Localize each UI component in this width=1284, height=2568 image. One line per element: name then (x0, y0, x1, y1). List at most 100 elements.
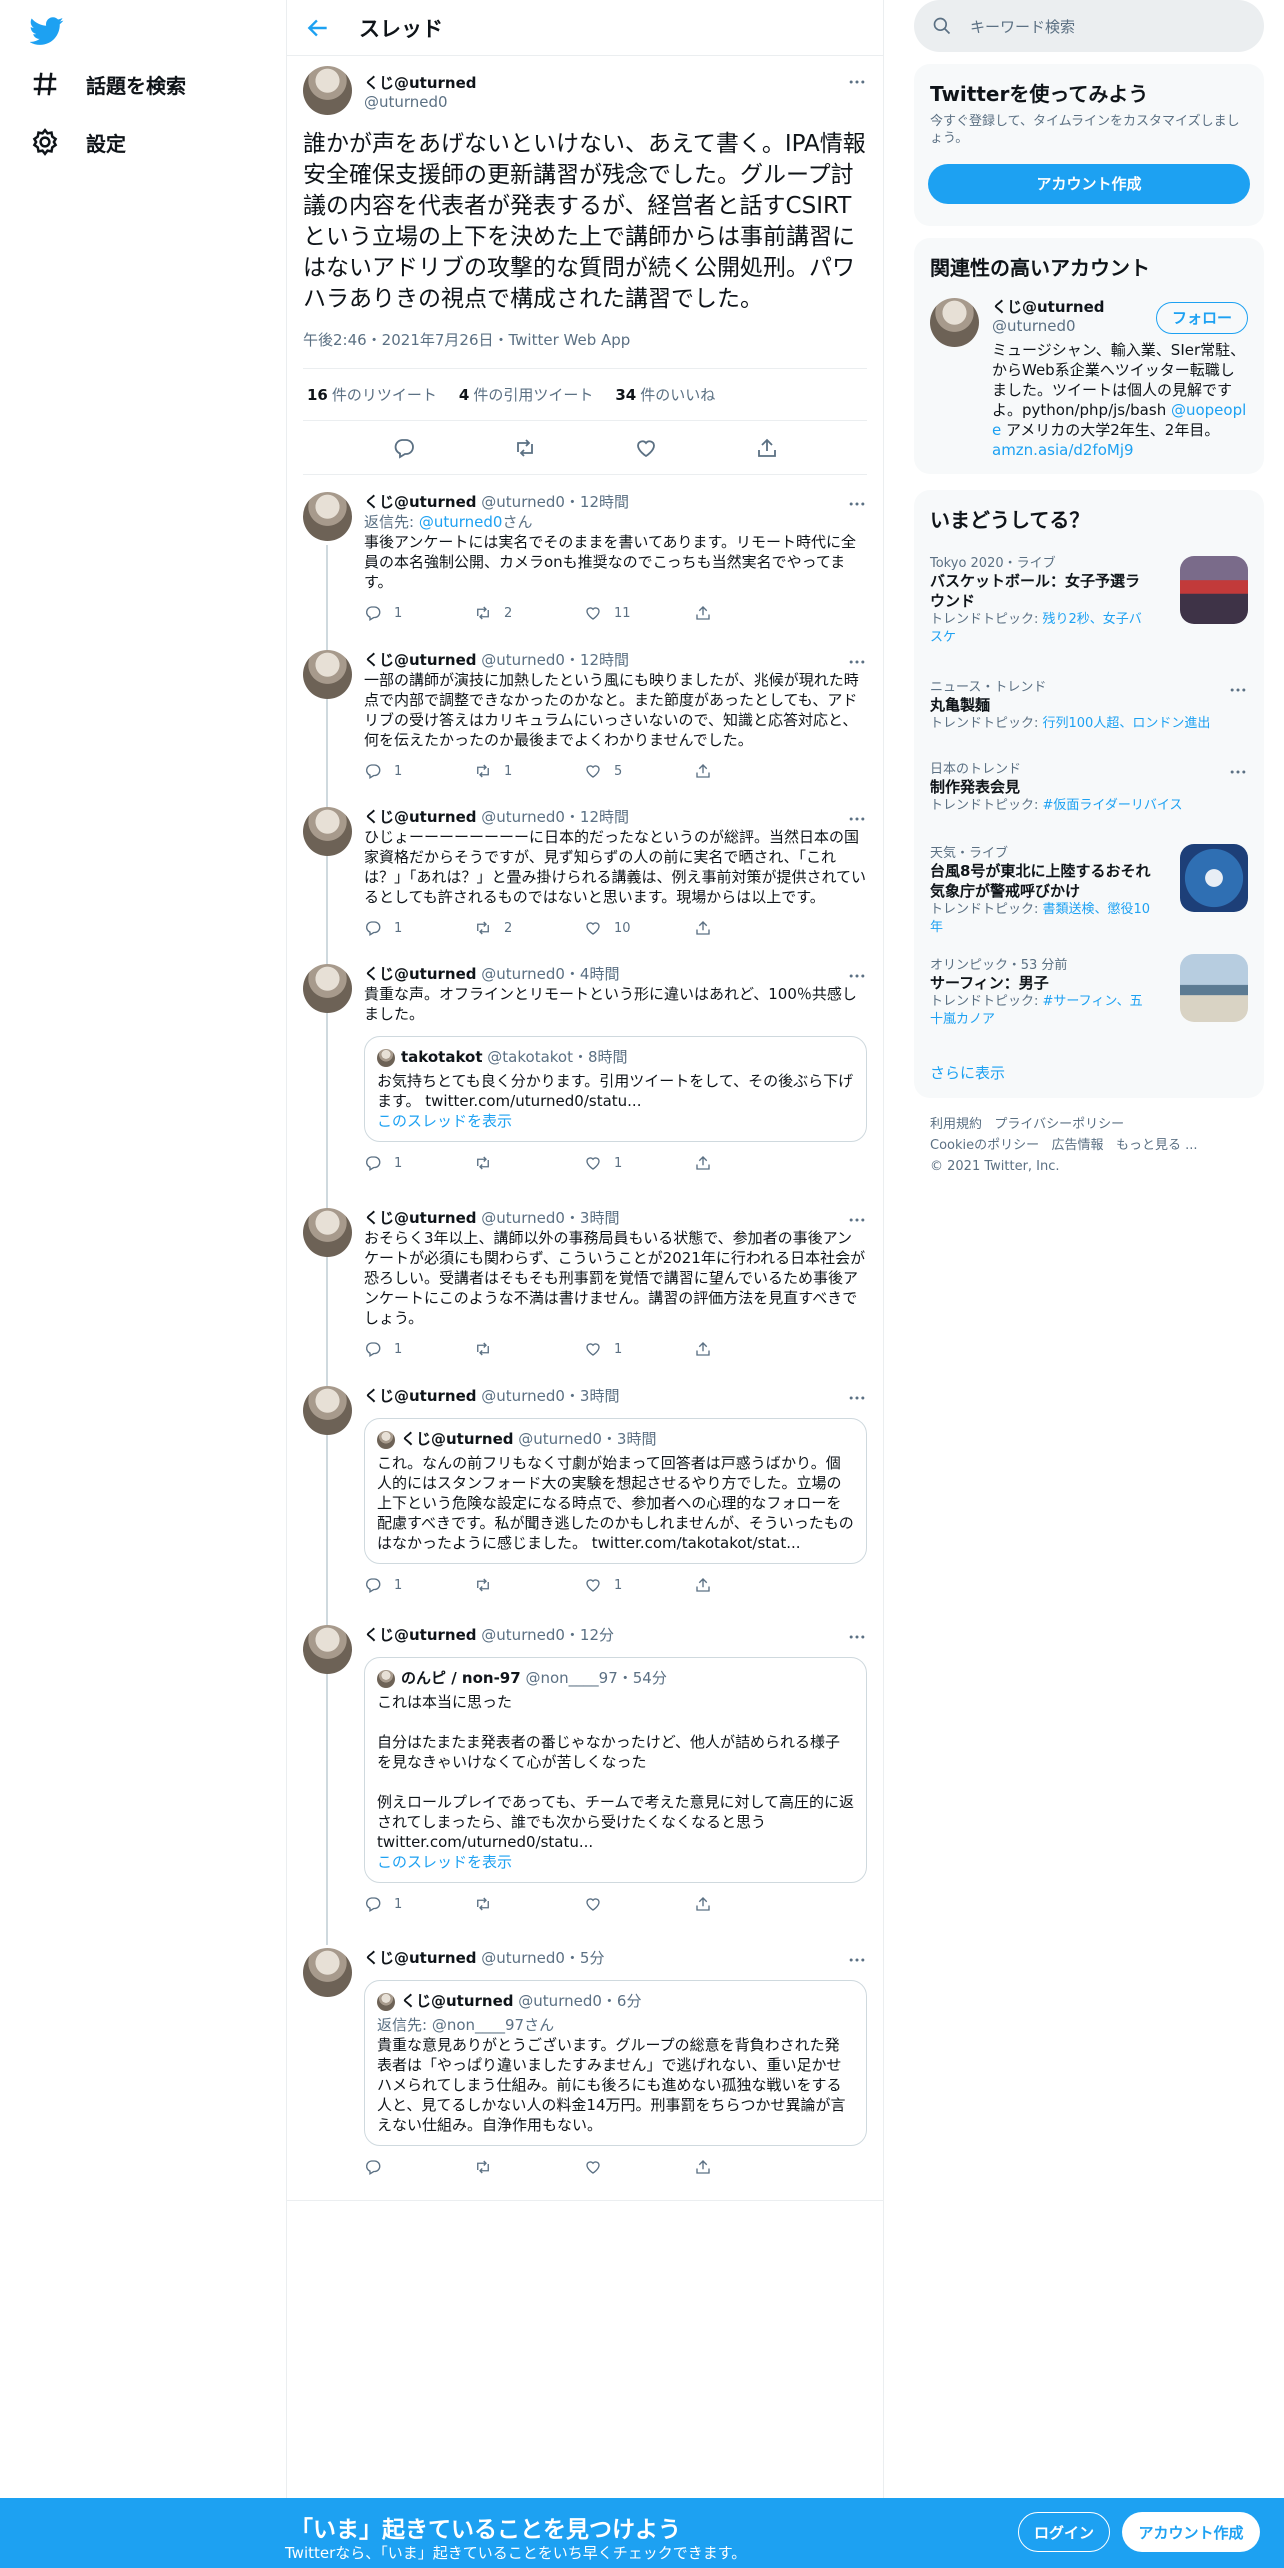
avatar[interactable] (303, 807, 352, 856)
retweet-action[interactable] (474, 2158, 584, 2176)
more-options-icon[interactable] (847, 1627, 867, 1647)
reply-to-link[interactable]: @uturned0 (419, 513, 503, 531)
show-thread-link[interactable]: このスレッドを表示 (377, 1111, 854, 1131)
share-action[interactable] (694, 1154, 804, 1172)
retweet-icon[interactable] (513, 436, 537, 460)
nav-explore[interactable]: 話題を検索 (30, 62, 186, 106)
show-more-link[interactable]: さらに表示 (930, 1062, 1005, 1083)
reply-action[interactable]: 1 (364, 604, 474, 622)
follow-button[interactable]: フォロー (1156, 302, 1248, 334)
author-name[interactable]: くじ@uturned (364, 493, 477, 511)
like-count[interactable]: 34 件のいいね (615, 384, 715, 405)
quoted-tweet[interactable]: のんピ / non-97 @non____97・54分 これは本当に思った 自分… (364, 1657, 867, 1883)
author-meta[interactable]: @uturned0・12分 (481, 1626, 614, 1644)
more-options-icon[interactable] (847, 1950, 867, 1970)
like-action[interactable]: 1 (584, 1576, 694, 1594)
reply-tweet[interactable]: くじ@uturned @uturned0・4時間 貴重な声。オフラインとリモート… (287, 954, 883, 1182)
avatar[interactable] (303, 1625, 352, 1674)
twitter-logo-icon[interactable] (30, 14, 64, 48)
reply-action[interactable]: 1 (364, 1340, 474, 1358)
author-name[interactable]: くじ@uturned (364, 1949, 477, 1967)
author-name[interactable]: くじ@uturned (364, 965, 477, 983)
share-action[interactable] (694, 1895, 804, 1913)
retweet-action[interactable] (474, 1895, 584, 1913)
reply-action[interactable]: 1 (364, 1895, 474, 1913)
reply-tweet[interactable]: くじ@uturned @uturned0・5分 くじ@uturned @utur… (287, 1938, 883, 2186)
avatar[interactable] (303, 1948, 352, 1997)
reply-action[interactable] (364, 2158, 474, 2176)
share-action[interactable] (694, 762, 804, 780)
retweet-action[interactable] (474, 1340, 584, 1358)
like-action[interactable]: 5 (584, 762, 694, 780)
reply-action[interactable]: 1 (364, 762, 474, 780)
more-options-icon[interactable] (847, 1210, 867, 1230)
author-name[interactable]: くじ@uturned (364, 1387, 477, 1405)
bio-link[interactable]: amzn.asia/d2foMj9 (992, 441, 1134, 459)
author-meta[interactable]: @uturned0・5分 (481, 1949, 604, 1967)
author-handle[interactable]: @uturned0 (364, 93, 477, 111)
author-meta[interactable]: @uturned0・3時間 (481, 1387, 619, 1405)
retweet-action[interactable]: 2 (474, 919, 584, 937)
reply-tweet[interactable]: くじ@uturned @uturned0・3時間 おそらく3年以上、講師以外の事… (287, 1198, 883, 1368)
share-icon[interactable] (755, 436, 779, 460)
reply-tweet[interactable]: くじ@uturned @uturned0・12時間 ひじょーーーーーーーーに日本… (287, 797, 883, 947)
like-action[interactable] (584, 2158, 694, 2176)
retweet-count[interactable]: 16 件のリツイート (307, 384, 437, 405)
like-action[interactable]: 1 (584, 1340, 694, 1358)
more-options-icon[interactable] (1228, 762, 1248, 782)
quoted-tweet[interactable]: takotakot @takotakot・8時間 お気持ちとても良く分かります。… (364, 1036, 867, 1142)
retweet-action[interactable] (474, 1154, 584, 1172)
more-options-icon[interactable] (847, 966, 867, 986)
avatar[interactable] (930, 298, 979, 347)
like-icon[interactable] (634, 436, 658, 460)
share-action[interactable] (694, 1576, 804, 1594)
author-name[interactable]: くじ@uturned (364, 808, 477, 826)
share-action[interactable] (694, 604, 804, 622)
reply-tweet[interactable]: くじ@uturned @uturned0・12時間 返信先: @uturned0… (287, 482, 883, 632)
author-name[interactable]: くじ@uturned (364, 1209, 477, 1227)
nav-settings[interactable]: 設定 (30, 120, 126, 164)
retweet-action[interactable]: 2 (474, 604, 584, 622)
like-action[interactable] (584, 1895, 694, 1913)
more-options-icon[interactable] (847, 652, 867, 672)
more-options-icon[interactable] (847, 72, 867, 92)
back-arrow-icon[interactable] (305, 15, 331, 41)
author-meta[interactable]: @uturned0・12時間 (481, 493, 629, 511)
login-button[interactable]: ログイン (1018, 2512, 1110, 2552)
trend-item[interactable]: Tokyo 2020・ライブ バスケットボール：女子予選ラウンド トレンドトピッ… (930, 552, 1154, 647)
account-handle[interactable]: @uturned0 (992, 317, 1105, 336)
avatar[interactable] (303, 1208, 352, 1257)
account-name[interactable]: くじ@uturned (992, 298, 1105, 317)
share-action[interactable] (694, 1340, 804, 1358)
author-meta[interactable]: @uturned0・4時間 (481, 965, 619, 983)
reply-tweet[interactable]: くじ@uturned @uturned0・3時間 くじ@uturned @utu… (287, 1376, 883, 1604)
author-name[interactable]: くじ@uturned (364, 72, 477, 93)
create-account-button[interactable]: アカウント作成 (928, 164, 1250, 204)
tweet-timestamp[interactable]: 午後2:46・2021年7月26日・Twitter Web App (303, 329, 867, 369)
like-action[interactable]: 10 (584, 919, 694, 937)
reply-tweet[interactable]: くじ@uturned @uturned0・12分 のんピ / non-97 @n… (287, 1615, 883, 1923)
author-meta[interactable]: @uturned0・3時間 (481, 1209, 619, 1227)
more-options-icon[interactable] (847, 494, 867, 514)
retweet-action[interactable] (474, 1576, 584, 1594)
reply-tweet[interactable]: くじ@uturned @uturned0・12時間 一部の講師が演技に加熱したと… (287, 640, 883, 790)
more-options-icon[interactable] (847, 1388, 867, 1408)
search-input[interactable]: キーワード検索 (914, 0, 1264, 52)
reply-action[interactable]: 1 (364, 1154, 474, 1172)
author-name[interactable]: くじ@uturned (364, 1626, 477, 1644)
more-options-icon[interactable] (847, 809, 867, 829)
retweet-action[interactable]: 1 (474, 762, 584, 780)
footer-terms[interactable]: 利用規約 (930, 1117, 982, 1132)
footer-ads[interactable]: 広告情報 (1052, 1138, 1104, 1153)
like-action[interactable]: 11 (584, 604, 694, 622)
trend-item[interactable]: 日本のトレンド 制作発表会見 トレンドトピック: #仮面ライダーリバイス (930, 758, 1248, 815)
reply-action[interactable]: 1 (364, 919, 474, 937)
avatar[interactable] (303, 964, 352, 1013)
reply-action[interactable]: 1 (364, 1576, 474, 1594)
reply-icon[interactable] (392, 436, 416, 460)
share-action[interactable] (694, 919, 804, 937)
avatar[interactable] (303, 1386, 352, 1435)
quoted-tweet[interactable]: くじ@uturned @uturned0・6分 返信先: @non____97さ… (364, 1980, 867, 2146)
signup-button[interactable]: アカウント作成 (1122, 2512, 1260, 2552)
trend-item[interactable]: ニュース・トレンド 丸亀製麺 トレンドトピック: 行列100人超、ロンドン進出 (930, 676, 1248, 733)
